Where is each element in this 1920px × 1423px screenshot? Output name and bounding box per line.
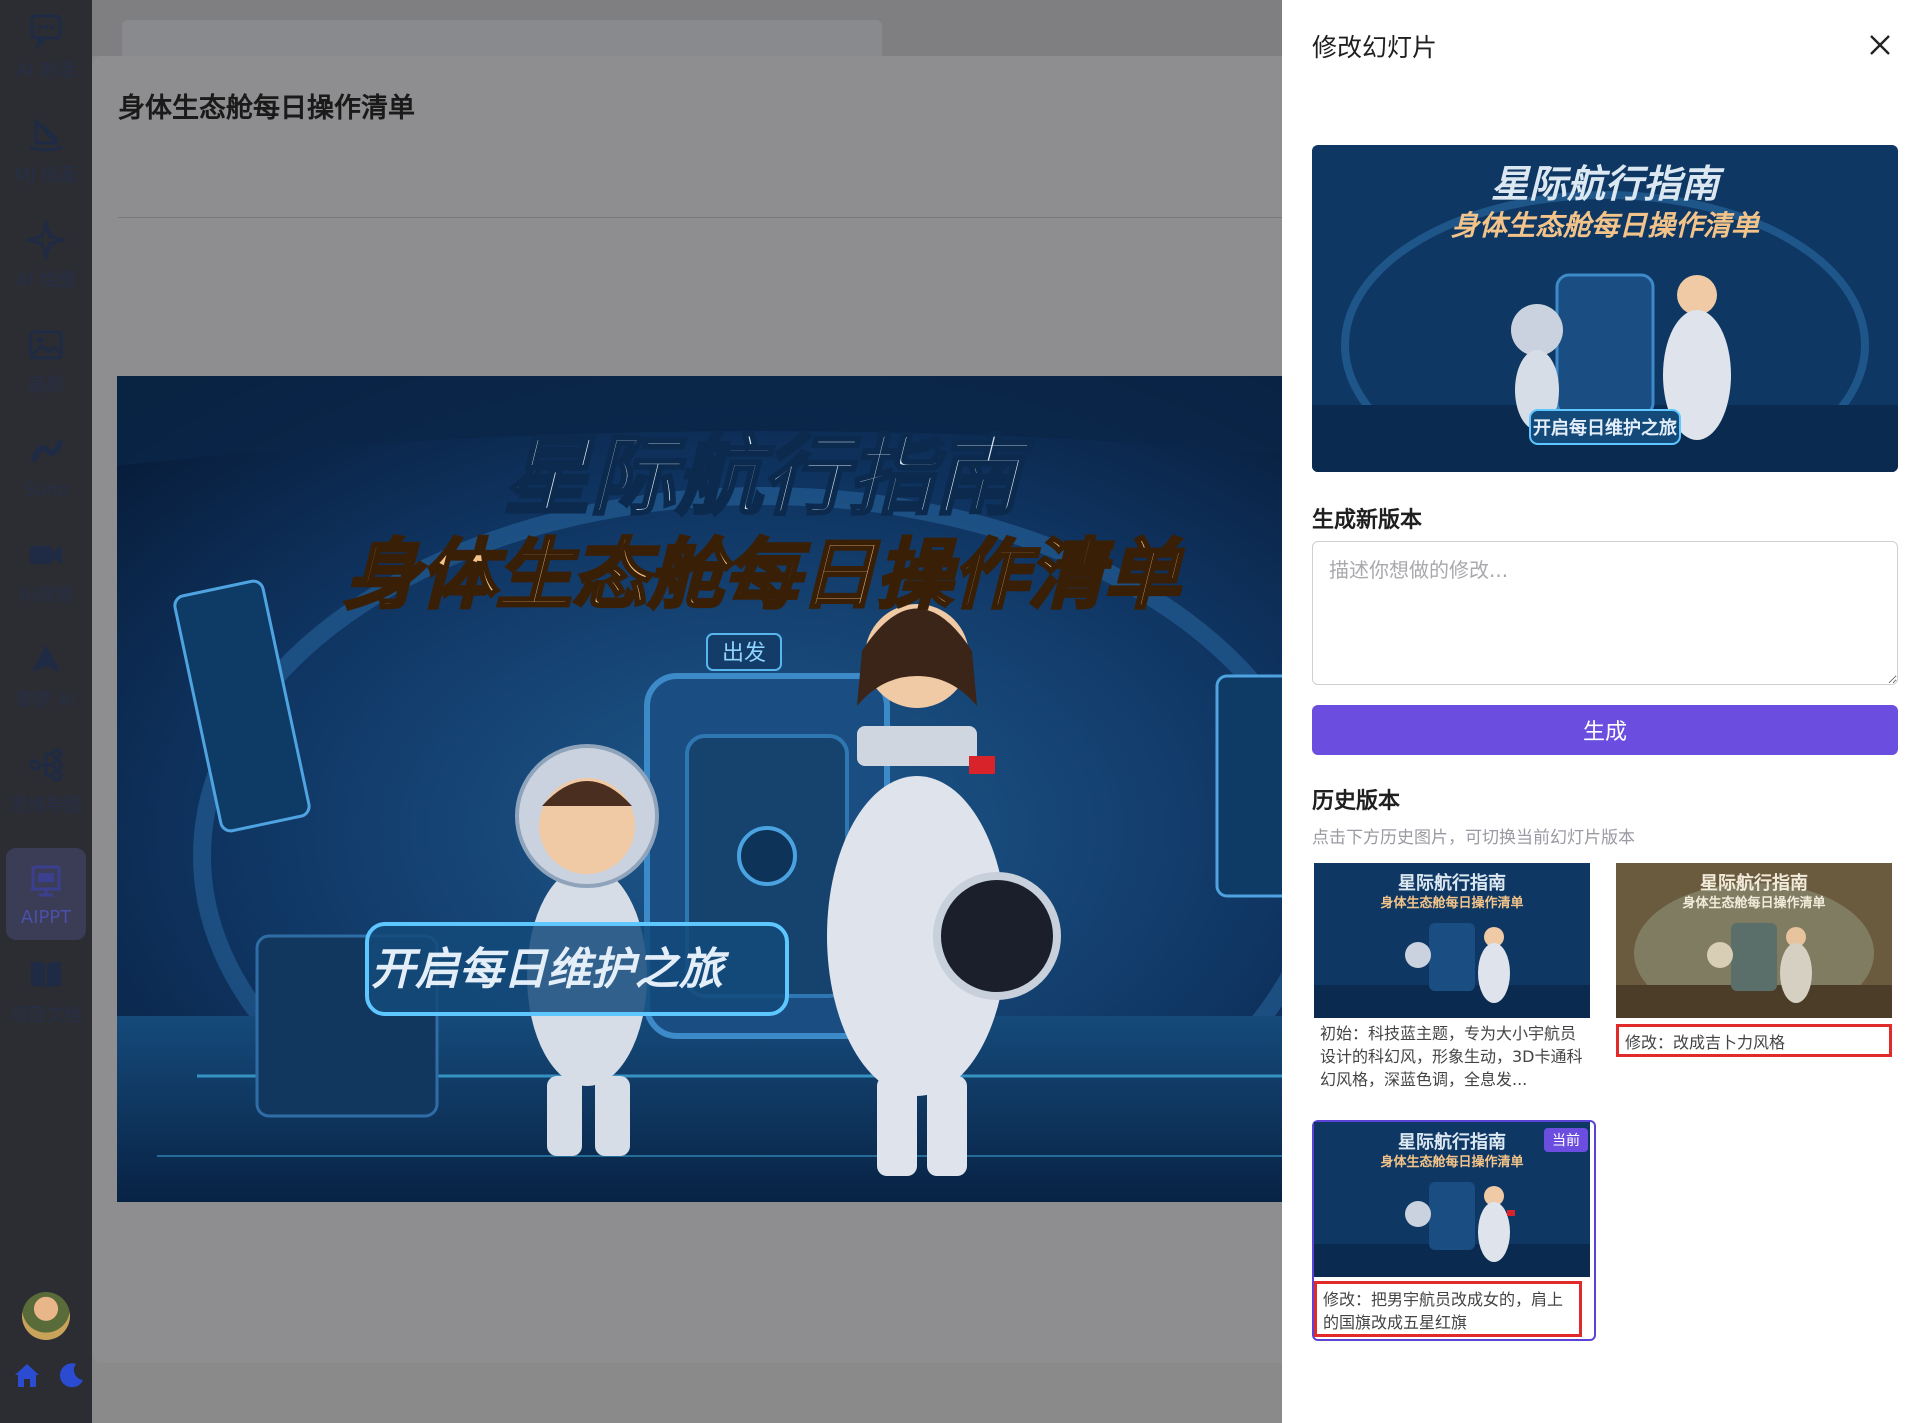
sidebar-item-mind-map[interactable]: 思维导图 xyxy=(6,735,86,827)
history-thumb-subtitle: 身体生态舱每日操作清单 xyxy=(1380,895,1523,911)
video-camera-icon xyxy=(30,546,62,564)
chat-bubble-icon xyxy=(30,14,62,50)
history-thumb-title: 星际航行指南 xyxy=(1398,872,1506,894)
left-sidebar: AI 对话 MJ 绘画 AI 绘图 画廊 Suno AI视频 即梦 AI 思维导… xyxy=(0,0,92,1423)
sidebar-item-label: MJ 绘画 xyxy=(14,165,78,186)
history-thumb-subtitle: 身体生态舱每日操作清单 xyxy=(1380,1154,1523,1170)
generate-button[interactable]: 生成 xyxy=(1312,705,1898,755)
mind-map-icon xyxy=(29,748,63,782)
history-desc: 修改：把男宇航员改成女的，肩上的国旗改成五星红旗 xyxy=(1314,1281,1582,1337)
preview-title-line1: 星际航行指南 xyxy=(1491,162,1725,206)
slide-preview-modal: 身体生态舱每日操作清单 出发 星际航行指南 身体生态舱每日操作清单 开启每日维护… xyxy=(92,56,1282,1363)
sidebar-item-suno[interactable]: Suno xyxy=(6,420,86,512)
background-search-bar xyxy=(122,20,882,60)
sidebar-item-label: 画廊 xyxy=(28,375,64,396)
avatar[interactable] xyxy=(22,1292,70,1340)
modification-input[interactable] xyxy=(1312,541,1898,685)
history-desc: 修改：改成吉卜力风格 xyxy=(1616,1024,1892,1057)
sidebar-item-label: AI 对话 xyxy=(16,60,76,81)
sidebar-item-label: AI视频 xyxy=(19,585,73,606)
modal-title: 身体生态舱每日操作清单 xyxy=(118,93,415,123)
history-hint: 点击下方历史图片，可切换当前幻灯片版本 xyxy=(1312,828,1635,848)
history-thumb-title: 星际航行指南 xyxy=(1700,872,1808,894)
history-thumbnail: 星际航行指南 身体生态舱每日操作清单 xyxy=(1314,863,1590,1018)
book-icon xyxy=(31,961,61,988)
new-version-label: 生成新版本 xyxy=(1312,508,1423,533)
sidebar-item-jimeng-ai[interactable]: 即梦 AI xyxy=(6,630,86,722)
sidebar-item-ai-chat[interactable]: AI 对话 xyxy=(6,0,86,92)
close-icon xyxy=(1870,35,1890,55)
sidebar-item-gallery[interactable]: 画廊 xyxy=(6,315,86,407)
preview-title-line2: 身体生态舱每日操作清单 xyxy=(1451,209,1761,242)
history-thumb-subtitle: 身体生态舱每日操作清单 xyxy=(1682,895,1825,911)
history-desc: 初始：科技蓝主题，专为大小宇航员设计的科幻风，形象生动，3D卡通科幻风格，深蓝色… xyxy=(1320,1024,1583,1089)
preview-banner: 开启每日维护之旅 xyxy=(1533,417,1677,439)
home-icon[interactable] xyxy=(12,1360,42,1390)
history-thumb-title: 星际航行指南 xyxy=(1398,1131,1506,1153)
sidebar-item-project-docs[interactable]: 项目文档 xyxy=(6,945,86,1037)
slide-illustration: 出发 星际航行指南 身体生态舱每日操作清单 开启每日维护之旅 xyxy=(117,376,1282,1202)
moon-icon[interactable] xyxy=(56,1360,86,1390)
slide-banner-text: 开启每日维护之旅 xyxy=(371,944,730,995)
current-slide-preview: 星际航行指南 身体生态舱每日操作清单 开启每日维护之旅 xyxy=(1312,145,1898,472)
panel-title: 修改幻灯片 xyxy=(1312,33,1438,62)
slide-image: 出发 星际航行指南 身体生态舱每日操作清单 开启每日维护之旅 xyxy=(117,376,1282,1202)
history-thumbnail: 星际航行指南 身体生态舱每日操作清单 xyxy=(1616,863,1892,1018)
sidebar-item-label: AI 绘图 xyxy=(16,270,76,291)
history-card-current[interactable]: 星际航行指南 身体生态舱每日操作清单 当前 修改：把男宇航员改成女的，肩上的国旗… xyxy=(1312,1120,1596,1341)
sparkle-icon xyxy=(26,220,66,260)
slide-title-line1: 星际航行指南 xyxy=(504,427,1033,527)
background-header xyxy=(92,0,1282,60)
sidebar-item-ai-drawing[interactable]: AI 绘图 xyxy=(6,210,86,302)
sidebar-item-label: 即梦 AI xyxy=(16,690,76,711)
sidebar-item-label: AIPPT xyxy=(20,906,72,928)
sidebar-item-label: 项目文档 xyxy=(10,1005,82,1026)
edit-slide-panel: 修改幻灯片 星际航行指南 身体生态舱每日操作清单 开启每日维护之旅 生成新版本 … xyxy=(1282,0,1920,1423)
sidebar-item-label: 思维导图 xyxy=(10,795,82,816)
modal-divider xyxy=(118,217,1282,218)
sidebar-item-ai-video[interactable]: AI视频 xyxy=(6,525,86,617)
preview-thumbnail: 星际航行指南 身体生态舱每日操作清单 开启每日维护之旅 xyxy=(1312,145,1898,472)
history-card-initial[interactable]: 星际航行指南 身体生态舱每日操作清单 初始：科技蓝主题，专为大小宇航员设计的科幻… xyxy=(1314,863,1594,1091)
dream-icon xyxy=(32,645,60,672)
slide-title-line2: 身体生态舱每日操作清单 xyxy=(344,530,1184,619)
music-icon xyxy=(31,439,63,462)
sidebar-item-aippt[interactable]: AIPPT xyxy=(6,848,86,940)
sidebar-item-mj-painting[interactable]: MJ 绘画 xyxy=(6,105,86,197)
sailboat-icon xyxy=(29,117,63,152)
close-button[interactable] xyxy=(1865,30,1895,60)
slide-door-sign: 出发 xyxy=(722,641,766,666)
history-card-ghibli[interactable]: 星际航行指南 身体生态舱每日操作清单 修改：改成吉卜力风格 xyxy=(1616,863,1896,1057)
history-label: 历史版本 xyxy=(1312,789,1401,814)
image-icon xyxy=(29,330,63,360)
sidebar-item-label: Suno xyxy=(23,478,69,500)
presentation-icon xyxy=(31,865,61,896)
current-badge: 当前 xyxy=(1544,1128,1588,1152)
